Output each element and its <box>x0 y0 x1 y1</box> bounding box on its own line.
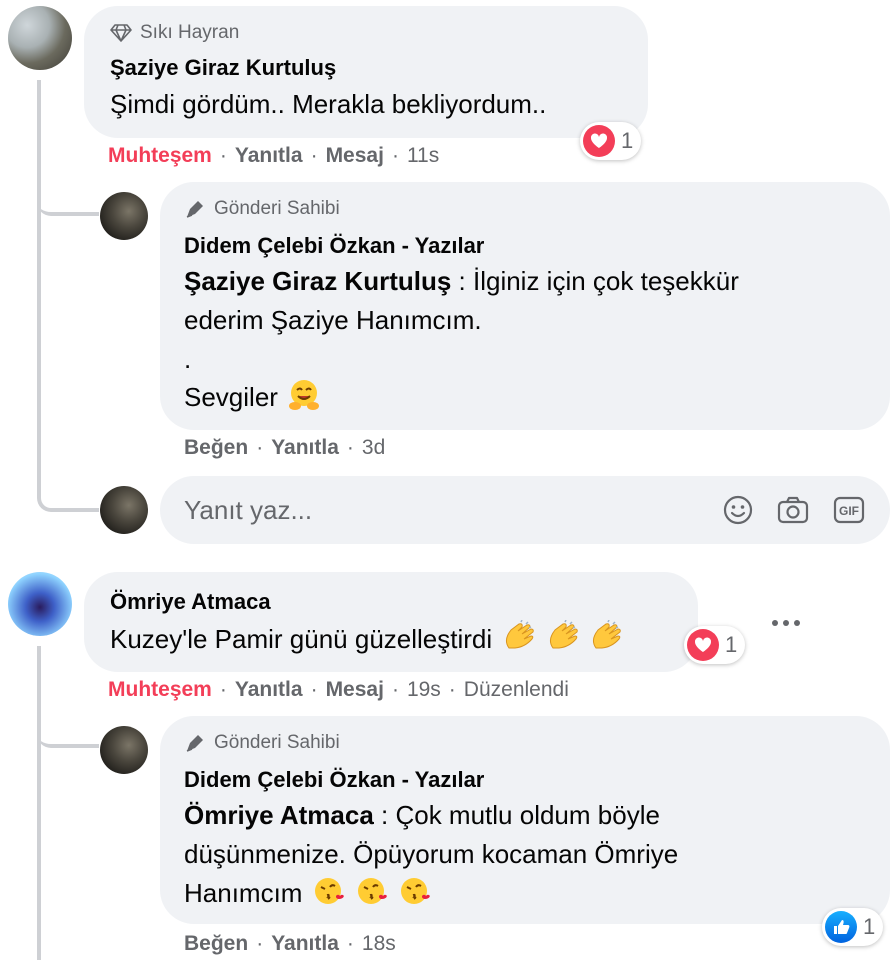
reaction-summary[interactable]: 1 <box>684 626 746 664</box>
mention-link[interactable]: Ömriye Atmaca <box>184 800 374 830</box>
timestamp[interactable]: 11s <box>407 144 439 168</box>
reply-text: : Çok mutlu oldum böyle <box>373 800 660 830</box>
camera-icon[interactable] <box>776 494 810 526</box>
comment-author[interactable]: Ömriye Atmaca <box>110 589 271 615</box>
reply-text-line-1: Ömriye Atmaca : Çok mutlu oldum böyle <box>184 796 660 834</box>
reaction-count: 1 <box>725 632 738 657</box>
reaction-count: 1 <box>863 914 876 939</box>
reply-button[interactable]: Yanıtla <box>271 932 339 956</box>
reply-text-line-1: Şaziye Giraz Kurtuluş : İlginiz için çok… <box>184 262 739 300</box>
fan-badge[interactable]: Sıkı Hayran <box>110 22 239 44</box>
separator: · <box>256 436 264 459</box>
thread-line-2 <box>37 646 41 960</box>
thread-connector-1a <box>37 160 99 216</box>
heart-reaction-icon <box>687 629 719 661</box>
input-tools: GIF <box>722 494 866 526</box>
timestamp[interactable]: 19s <box>407 678 441 702</box>
reply-text: : İlginiz için çok teşekkür <box>451 266 739 296</box>
reply-input-placeholder[interactable]: Yanıt yaz... <box>184 495 722 526</box>
comment-text: Kuzey'le Pamir günü güzelleştirdi <box>110 624 493 654</box>
reply-button[interactable]: Yanıtla <box>235 144 303 168</box>
separator: · <box>346 932 354 955</box>
avatar[interactable] <box>100 192 148 240</box>
badge-label: Gönderi Sahibi <box>214 198 340 219</box>
reply-text-line-3: . <box>184 344 192 374</box>
separator: · <box>256 932 264 955</box>
react-button[interactable]: Muhteşem <box>108 678 212 702</box>
reaction-count: 1 <box>621 128 634 153</box>
reaction-summary[interactable]: 1 <box>822 908 884 946</box>
avatar[interactable] <box>100 726 148 774</box>
clapping-hands-emoji <box>592 620 621 649</box>
reply-author[interactable]: Didem Çelebi Özkan - Yazılar <box>184 767 484 793</box>
heart-reaction-icon <box>583 125 615 157</box>
reply-actions: Beğen · Yanıtla · 18s <box>184 932 396 956</box>
thread-connector-1b <box>37 470 99 512</box>
reply-text-line-3: Hanımcım <box>184 874 432 912</box>
reply-button[interactable]: Yanıtla <box>235 678 303 702</box>
clapping-hands-emoji <box>506 620 535 649</box>
kissing-heart-emoji <box>401 878 430 904</box>
separator: · <box>310 678 318 701</box>
pen-icon <box>186 201 203 218</box>
comment-text-line: Kuzey'le Pamir günü güzelleştirdi <box>110 620 622 658</box>
clapping-hands-emoji <box>549 620 578 649</box>
reply-text-line-2: düşünmenize. Öpüyorum kocaman Ömriye <box>184 839 679 869</box>
comment-actions: Muhteşem · Yanıtla · Mesaj · 11s <box>108 144 439 168</box>
comment-actions: Muhteşem · Yanıtla · Mesaj · 19s · Düzen… <box>108 678 569 702</box>
avatar <box>100 486 148 534</box>
svg-text:GIF: GIF <box>839 504 859 518</box>
avatar[interactable] <box>8 572 72 636</box>
edited-label[interactable]: Düzenlendi <box>464 678 569 702</box>
thread-connector-2a <box>37 700 99 748</box>
separator: · <box>391 144 399 167</box>
avatar[interactable] <box>8 6 72 70</box>
thread-line-1 <box>37 80 41 488</box>
like-button[interactable]: Beğen <box>184 932 248 956</box>
reply-actions: Beğen · Yanıtla · 3d <box>184 436 385 460</box>
more-icon[interactable] <box>772 620 800 626</box>
gif-icon[interactable]: GIF <box>832 494 866 526</box>
separator: · <box>310 144 318 167</box>
badge-label: Gönderi Sahibi <box>214 732 340 753</box>
mention-link[interactable]: Şaziye Giraz Kurtuluş <box>184 266 451 296</box>
timestamp[interactable]: 3d <box>362 436 385 460</box>
timestamp[interactable]: 18s <box>362 932 396 956</box>
separator: · <box>391 678 399 701</box>
like-button[interactable]: Beğen <box>184 436 248 460</box>
separator: · <box>219 144 227 167</box>
separator: · <box>448 678 456 701</box>
reply-text-line-4: Sevgiler <box>184 378 321 416</box>
reply-text: Hanımcım <box>184 878 303 908</box>
message-button[interactable]: Mesaj <box>326 678 384 702</box>
reply-author[interactable]: Didem Çelebi Özkan - Yazılar <box>184 233 484 259</box>
reply-text-line-2: ederim Şaziye Hanımcım. <box>184 305 482 335</box>
reaction-summary[interactable]: 1 <box>580 122 642 160</box>
badge-label: Sıkı Hayran <box>140 22 240 43</box>
author-badge[interactable]: Gönderi Sahibi <box>184 732 340 754</box>
reply-text: Sevgiler <box>184 382 278 412</box>
separator: · <box>219 678 227 701</box>
diamond-icon <box>110 24 132 42</box>
author-badge[interactable]: Gönderi Sahibi <box>184 198 340 220</box>
separator: · <box>346 436 354 459</box>
pen-icon <box>186 735 203 752</box>
react-button[interactable]: Muhteşem <box>108 144 212 168</box>
like-reaction-icon <box>825 911 857 943</box>
comment-text: Şimdi gördüm.. Merakla bekliyordum.. <box>110 89 547 119</box>
message-button[interactable]: Mesaj <box>326 144 384 168</box>
kissing-heart-emoji <box>357 878 387 904</box>
smiley-icon[interactable] <box>722 494 754 526</box>
hugging-face-emoji <box>289 380 320 410</box>
reply-input[interactable]: Yanıt yaz... GIF <box>160 476 890 544</box>
comment-author[interactable]: Şaziye Giraz Kurtuluş <box>110 55 336 81</box>
reply-button[interactable]: Yanıtla <box>271 436 339 460</box>
kissing-heart-emoji <box>314 878 344 904</box>
